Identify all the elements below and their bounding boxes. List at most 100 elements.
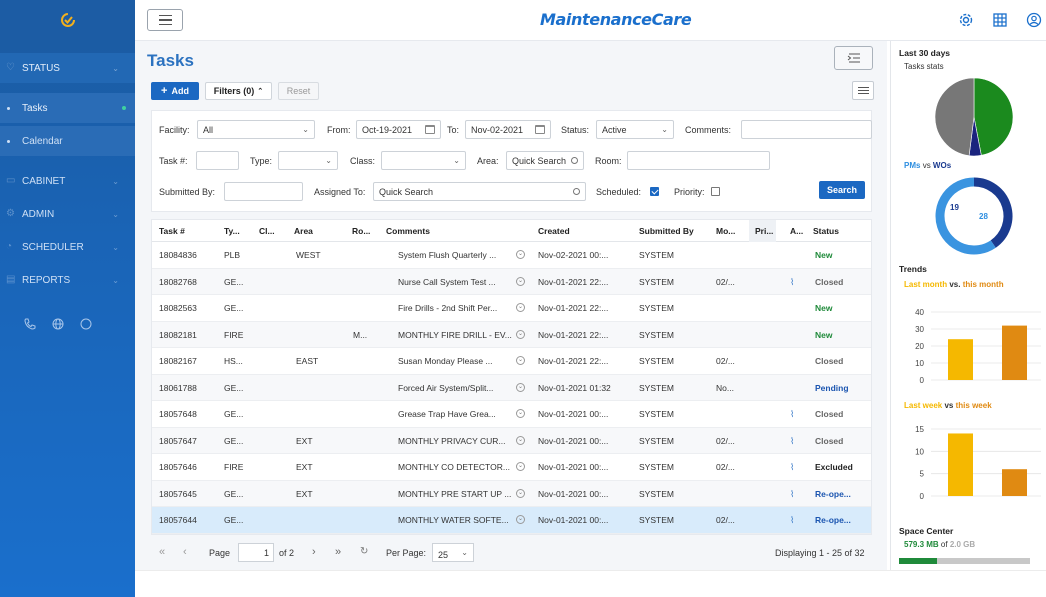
to-date-input[interactable]: Nov-02-2021 xyxy=(465,120,551,139)
table-row[interactable]: 18082167 HS... EAST Susan Monday Please ...… xyxy=(152,348,871,375)
cell-comments: MONTHLY CO DETECTOR... xyxy=(398,462,510,472)
filters-button[interactable]: Filters (0) ⌃ xyxy=(205,82,272,100)
column-header-submitted-by[interactable]: Submitted By xyxy=(639,226,694,236)
column-menu-button[interactable] xyxy=(852,81,874,100)
sidebar-item-cabinet[interactable]: ▭ CABINET ⌄ xyxy=(0,170,135,192)
expand-chevron-icon[interactable]: ⌄ xyxy=(516,303,525,312)
first-page-icon[interactable]: « xyxy=(159,546,165,558)
column-header-status[interactable]: Status xyxy=(813,226,839,236)
per-page-select[interactable]: 25 ⌄ xyxy=(432,543,474,562)
area-search-input[interactable]: Quick Search xyxy=(506,151,584,170)
user-icon[interactable] xyxy=(1026,12,1042,28)
column-header-priority[interactable]: Pri... xyxy=(755,226,773,236)
bottom-strip xyxy=(135,570,1046,597)
expand-chevron-icon[interactable]: ⌄ xyxy=(516,382,525,392)
attachment-icon[interactable]: ⌇ xyxy=(790,515,794,526)
expand-chevron-icon[interactable]: ⌄ xyxy=(516,435,525,445)
page-number-input[interactable]: 1 xyxy=(238,543,274,562)
status-badge: Closed xyxy=(815,356,844,366)
table-row[interactable]: 18057647 GE... EXT MONTHLY PRIVACY CUR... No… xyxy=(152,427,871,454)
comments-input[interactable] xyxy=(741,120,872,139)
search-icon xyxy=(571,157,578,164)
room-input[interactable] xyxy=(627,151,770,170)
grid-icon[interactable] xyxy=(992,12,1008,28)
per-page-label: Per Page: xyxy=(386,548,427,558)
task-number-input[interactable] xyxy=(196,151,239,170)
sidebar-item-calendar[interactable]: Calendar xyxy=(0,126,135,156)
facility-select[interactable]: All ⌄ xyxy=(197,120,315,139)
attachment-icon[interactable]: ⌇ xyxy=(790,409,794,420)
attachment-icon[interactable]: ⌇ xyxy=(790,462,794,473)
top-bar: MaintenanceCare xyxy=(135,0,1046,41)
prev-page-icon[interactable]: ‹ xyxy=(183,546,187,558)
column-header-mo[interactable]: Mo... xyxy=(716,226,735,236)
type-select[interactable]: ⌄ xyxy=(278,151,338,170)
app-window: ♡ STATUS ⌄ Tasks Calendar ▭ CABINET ⌄ ⚙ … xyxy=(0,0,1046,597)
wos-label: WOs xyxy=(932,161,952,170)
attachment-icon[interactable]: ⌇ xyxy=(790,436,794,447)
table-row[interactable]: 18082768 GE... Nurse Call System Test ... N… xyxy=(152,268,871,295)
next-page-icon[interactable]: › xyxy=(312,546,316,558)
expand-chevron-icon[interactable]: ⌄ xyxy=(516,250,525,259)
chevron-down-icon: ⌄ xyxy=(112,242,119,252)
priority-checkbox[interactable] xyxy=(711,187,720,196)
table-row[interactable]: 18057648 GE... Grease Trap Have Grea... Nov… xyxy=(152,401,871,428)
add-button[interactable]: + Add xyxy=(151,82,199,100)
column-header-comments[interactable]: Comments xyxy=(386,226,430,236)
sidebar-item-scheduler[interactable]: ◔ SCHEDULER ⌄ xyxy=(0,236,135,258)
sidebar-item-admin[interactable]: ⚙ ADMIN ⌄ xyxy=(0,203,135,225)
cell-task: 18061788 xyxy=(159,382,197,393)
column-header-created[interactable]: Created xyxy=(538,226,570,236)
column-header-attachments[interactable]: A... xyxy=(790,226,803,236)
page-label: Page xyxy=(209,548,231,558)
table-row[interactable]: 18084836 PLB WEST System Flush Quarterly ..… xyxy=(152,242,871,269)
column-header-room[interactable]: Ro... xyxy=(352,226,370,236)
hamburger-menu-button[interactable] xyxy=(147,9,183,31)
expand-chevron-icon[interactable]: ⌄ xyxy=(516,276,525,286)
attachment-icon[interactable]: ⌇ xyxy=(790,489,794,500)
column-header-type[interactable]: Ty... xyxy=(224,226,240,236)
submitted-by-input[interactable] xyxy=(224,182,303,201)
status-badge: Closed xyxy=(815,409,844,419)
column-header-area[interactable]: Area xyxy=(294,226,313,236)
table-row[interactable]: 18082181 FIRE M... MONTHLY FIRE DRILL - EV.… xyxy=(152,321,871,348)
table-row[interactable]: 18061788 GE... Forced Air System/Split... N… xyxy=(152,374,871,401)
cell-submitted: SYSTEM xyxy=(639,462,674,472)
gear-icon[interactable] xyxy=(958,12,974,28)
search-button[interactable]: Search xyxy=(819,181,865,199)
table-row[interactable]: 18057646 FIRE EXT MONTHLY CO DETECTOR... Nov… xyxy=(152,454,871,481)
attachment-icon[interactable]: ⌇ xyxy=(790,277,794,288)
expand-chevron-icon[interactable]: ⌄ xyxy=(516,488,525,498)
from-date-input[interactable]: Oct-19-2021 xyxy=(356,120,441,139)
sidebar-item-tasks[interactable]: Tasks xyxy=(0,93,135,123)
table-row[interactable]: 18057645 GE... EXT MONTHLY PRE START UP ...… xyxy=(152,480,871,507)
expand-chevron-icon[interactable]: ⌄ xyxy=(516,515,525,524)
expand-chevron-icon[interactable]: ⌄ xyxy=(516,356,525,365)
assigned-to-search-input[interactable]: Quick Search xyxy=(373,182,586,201)
refresh-icon[interactable]: ↻ xyxy=(360,546,368,557)
expand-chevron-icon[interactable]: ⌄ xyxy=(516,329,525,339)
last-page-icon[interactable]: » xyxy=(335,546,341,558)
collapse-panel-button[interactable] xyxy=(834,46,873,70)
sidebar-item-reports[interactable]: ▤ REPORTS ⌄ xyxy=(0,269,135,291)
expand-chevron-icon[interactable]: ⌄ xyxy=(516,462,525,471)
power-icon[interactable] xyxy=(80,318,92,330)
sidebar-item-status[interactable]: ♡ STATUS ⌄ xyxy=(0,53,135,83)
column-header-task[interactable]: Task # xyxy=(159,226,185,236)
vs-label: vs. xyxy=(949,280,961,289)
scheduled-checkbox[interactable] xyxy=(650,187,659,196)
pagination: « ‹ Page 1 of 2 › » ↻ Per Page: 25 ⌄ Disp… xyxy=(151,542,872,564)
calendar-icon[interactable] xyxy=(535,125,545,134)
space-used: 579.3 MB xyxy=(904,540,939,549)
status-select[interactable]: Active ⌄ xyxy=(596,120,674,139)
calendar-icon[interactable] xyxy=(425,125,435,134)
class-select[interactable]: ⌄ xyxy=(381,151,466,170)
phone-icon[interactable] xyxy=(24,318,36,330)
globe-icon[interactable] xyxy=(52,318,64,330)
app-logo[interactable] xyxy=(0,0,135,40)
column-header-class[interactable]: Cl... xyxy=(259,226,275,236)
expand-chevron-icon[interactable]: ⌄ xyxy=(516,409,525,418)
reset-button[interactable]: Reset xyxy=(278,82,319,100)
table-row[interactable]: 18057644 GE... MONTHLY WATER SOFTE... Nov-0… xyxy=(152,507,871,534)
table-row[interactable]: 18082563 GE... Fire Drills - 2nd Shift Per… xyxy=(152,295,871,322)
